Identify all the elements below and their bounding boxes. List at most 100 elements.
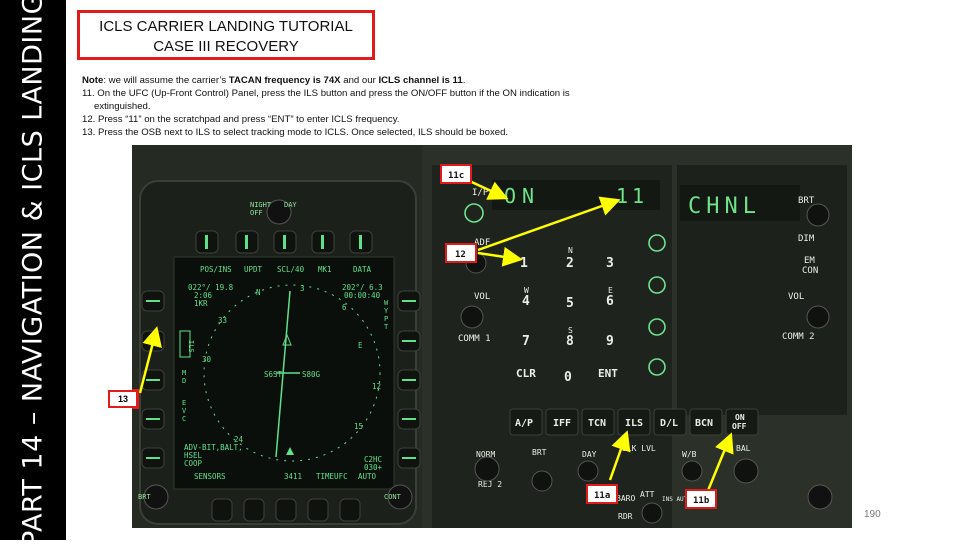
tutorial-title: ICLS CARRIER LANDING TUTORIAL — [99, 18, 353, 35]
ddi-osb-label: POS/INS — [200, 265, 232, 274]
keypad-key-8[interactable]: 8 — [566, 334, 574, 349]
right-knob[interactable] — [807, 484, 833, 510]
ddi-side-label: E — [182, 399, 186, 407]
rej-switch[interactable] — [474, 456, 500, 482]
emcon-label: EM — [804, 256, 815, 266]
tcn-button-label: TCN — [588, 418, 606, 429]
ddi-side-label: D — [182, 377, 186, 385]
ddi-osb-label: UPDT — [244, 265, 263, 274]
bal-knob[interactable] — [733, 458, 759, 484]
dim-label: DIM — [798, 234, 815, 244]
sidebar: PART 14 – NAVIGATION & ICLS LANDING — [0, 0, 66, 547]
step-11-cont: extinguished. — [94, 101, 151, 112]
rej-label: REJ 2 — [478, 480, 502, 489]
ddi-side-label: C — [182, 415, 186, 423]
comm2-label: COMM 2 — [782, 332, 815, 342]
baro-label: BARO — [616, 494, 635, 503]
callout-box-13-outer: 13 — [108, 390, 138, 408]
cockpit-screenshot: NIGHT DAY OFF BRT CONT POS/INS UPDT SCL/… — [132, 145, 852, 528]
comm2-volume-knob[interactable] — [806, 305, 830, 329]
instructions: Note: we will assume the carrier’s TACAN… — [82, 74, 662, 139]
tutorial-title-box: ICLS CARRIER LANDING TUTORIAL CASE III R… — [77, 10, 375, 60]
iff-button-label: IFF — [553, 418, 571, 429]
callout-label-11c: 11c — [448, 171, 464, 181]
att-label: ATT — [640, 490, 655, 499]
ddi-heading-left: S6ST — [264, 370, 283, 379]
ddi-side-label: M — [182, 369, 186, 377]
keypad-key-3[interactable]: 3 — [606, 256, 614, 271]
ddi-osb-label: DATA — [353, 265, 372, 274]
step-12: 12. Press “11” on the scratchpad and pre… — [82, 114, 400, 125]
brt-knob[interactable] — [806, 203, 830, 227]
ddi-osb-label: TIMEUFC — [316, 472, 348, 481]
keypad-key-0[interactable]: 0 — [564, 370, 572, 385]
ddi-bit-status: COOP — [184, 459, 203, 468]
keypad-key-1[interactable]: 1 — [520, 256, 528, 271]
keypad-ent[interactable]: ENT — [598, 367, 618, 380]
brt-label: BRT — [798, 196, 815, 206]
note-line: Note: we will assume the carrier’s TACAN… — [82, 74, 662, 87]
keypad-key-9[interactable]: 9 — [606, 334, 614, 349]
vol-label: VOL — [474, 292, 490, 302]
emcon-label-2: CON — [802, 266, 818, 276]
step-13: 13. Press the OSB next to ILS to select … — [82, 127, 509, 138]
ufc-scratchpad-right: 11 — [616, 184, 648, 208]
note-tacan: TACAN frequency is 74X — [228, 75, 341, 86]
keypad-key-6-dir: E — [608, 286, 613, 295]
keypad-key-7[interactable]: 7 — [522, 334, 530, 349]
bal-label: BAL — [736, 444, 751, 453]
ddi-compass-label: 6 — [342, 303, 347, 312]
ddi-osb-label: SCL/40 — [277, 265, 305, 274]
ddi-waypoint-info: 1KR — [194, 299, 208, 308]
comm1-volume-knob[interactable] — [460, 305, 484, 329]
wb-knob[interactable] — [681, 460, 703, 482]
dl-button-label: D/L — [660, 418, 678, 429]
bcn-button-label: BCN — [695, 418, 713, 429]
brt-knob-lower[interactable] — [531, 470, 553, 492]
callout-label-11a: 11a — [594, 491, 610, 501]
on-off-label-off: OFF — [732, 422, 747, 431]
ils-button-label: ILS — [625, 418, 643, 429]
keypad-key-2-dir: N — [568, 246, 573, 255]
ddi-day-label: DAY — [284, 201, 297, 209]
ddi-ils-label: ILS — [187, 340, 195, 353]
keypad-key-6[interactable]: 6 — [606, 294, 614, 309]
ddi-side-label: P — [384, 315, 388, 323]
note-text: and our — [340, 75, 379, 86]
page-number: 190 — [864, 509, 881, 520]
ufc-option-chnl: CHNL — [688, 194, 761, 219]
note-text: : we will assume the carrier’s — [103, 75, 229, 86]
callout-label-11b: 11b — [693, 496, 710, 506]
note-icls: ICLS channel is 11 — [378, 75, 463, 86]
keypad-key-4[interactable]: 4 — [522, 294, 530, 309]
ddi-off-label: OFF — [250, 209, 263, 217]
keypad-key-4-dir: W — [524, 286, 529, 295]
att-switch[interactable] — [641, 502, 663, 524]
callout-label-13-outer: 13 — [117, 394, 128, 404]
keypad-key-8-dir: S — [568, 326, 573, 335]
day-night-knob[interactable] — [577, 460, 599, 482]
ddi-compass-label: E — [358, 341, 363, 350]
section-title: PART 14 – NAVIGATION & ICLS LANDING — [17, 0, 49, 547]
ddi-right-status: 030+ — [364, 463, 383, 472]
on-off-label-on: ON — [735, 413, 745, 422]
brt-label-lower: BRT — [532, 448, 547, 457]
ddi-compass-label: 30 — [202, 355, 212, 364]
step-11: 11. On the UFC (Up-Front Control) Panel,… — [82, 88, 570, 99]
callout-label-12: 12 — [455, 250, 466, 260]
ddi-osb-label: SENSORS — [194, 472, 226, 481]
comm1-label: COMM 1 — [458, 334, 491, 344]
ddi-osb-label: 3411 — [284, 472, 302, 481]
ddi-compass-label: 12 — [372, 382, 381, 391]
wb-label: W/B — [682, 450, 697, 459]
vol2-label: VOL — [788, 292, 804, 302]
keypad-clr[interactable]: CLR — [516, 367, 536, 380]
ddi-heading-right: S80G — [302, 370, 321, 379]
ddi-night-label: NIGHT — [250, 201, 272, 209]
keypad-key-2[interactable]: 2 — [566, 256, 574, 271]
ddi-tcn-info: 00:00:40 — [344, 291, 381, 300]
keypad-key-5[interactable]: 5 — [566, 296, 574, 311]
note-label: Note — [82, 75, 104, 86]
ap-button-label: A/P — [515, 418, 533, 429]
ddi-osb-label: MK1 — [318, 265, 332, 274]
